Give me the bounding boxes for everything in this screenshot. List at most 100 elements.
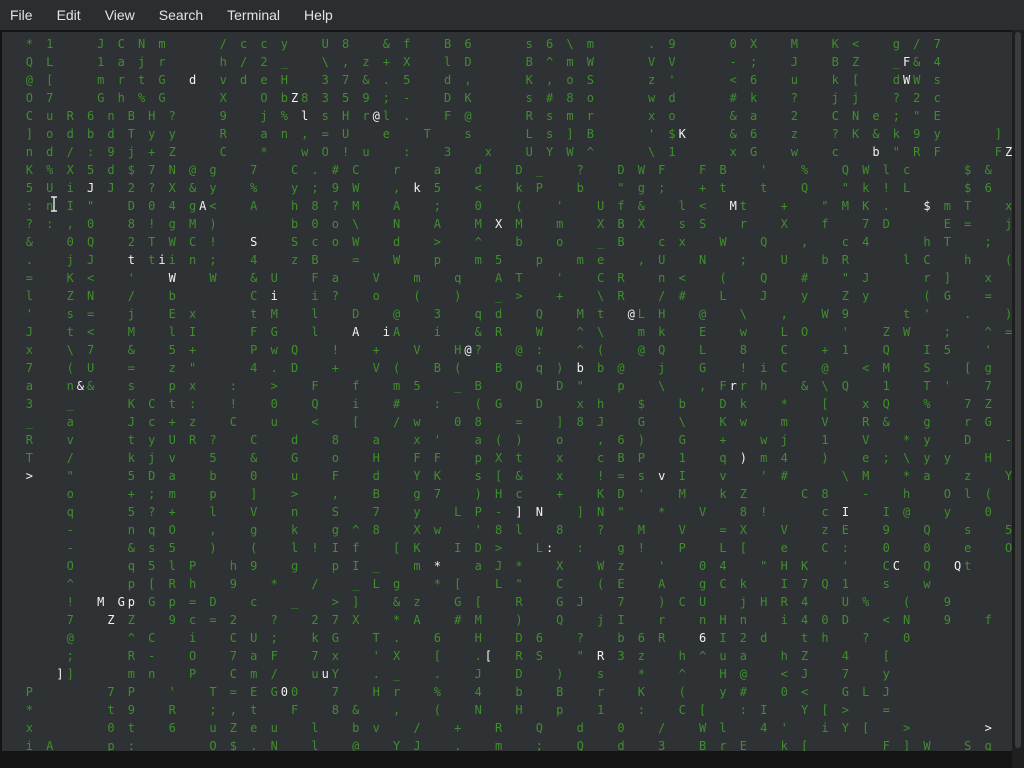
- terminal-glyph: Q: [535, 721, 543, 735]
- terminal-glyph: z: [790, 127, 798, 141]
- terminal-glyph: 0: [984, 505, 992, 519]
- terminal-glyph: B: [433, 361, 441, 375]
- terminal-glyph: s: [464, 127, 472, 141]
- terminal-glyph: =: [617, 469, 625, 483]
- terminal-glyph-head: b: [871, 143, 881, 161]
- terminal-glyph: 5: [1004, 523, 1012, 537]
- terminal-glyph: 1: [678, 451, 686, 465]
- terminal-glyph: V: [647, 55, 656, 69]
- terminal-glyph: 7: [341, 73, 350, 87]
- terminal-glyph: 7: [331, 685, 339, 699]
- terminal-glyph: ": [913, 109, 921, 123]
- terminal-glyph: k: [719, 487, 727, 501]
- terminal-glyph: M: [678, 487, 686, 501]
- terminal-glyph: Q: [86, 235, 95, 249]
- terminal-glyph: l: [443, 55, 452, 69]
- terminal-glyph: ): [1004, 307, 1012, 321]
- terminal-glyph: m: [576, 253, 584, 267]
- terminal-glyph: 8: [576, 415, 584, 429]
- terminal-glyph: O: [800, 325, 809, 339]
- terminal-glyph: ": [188, 361, 197, 375]
- terminal-glyph: ?: [270, 613, 278, 627]
- terminal-output[interactable]: *1JCNm/ccyU8&fB6s6\m.90XMK<g/7XF&Wl:ihTQ…: [2, 32, 1012, 751]
- terminal-glyph: &: [188, 181, 197, 195]
- terminal-glyph: G: [158, 73, 166, 87]
- terminal-glyph: J: [97, 37, 105, 51]
- terminal-glyph-head: ): [738, 449, 749, 467]
- terminal-glyph: R: [525, 109, 533, 123]
- terminal-glyph: ?: [331, 289, 339, 303]
- scrollbar[interactable]: [1012, 30, 1024, 768]
- terminal-glyph: t: [739, 199, 747, 213]
- terminal-glyph: C: [780, 343, 788, 357]
- terminal-glyph: U: [780, 253, 788, 267]
- terminal-glyph: &: [250, 271, 258, 285]
- terminal-glyph: [: [454, 577, 462, 591]
- menu-help[interactable]: Help: [304, 7, 333, 23]
- terminal-glyph: o: [331, 235, 339, 249]
- terminal-glyph: G: [984, 415, 992, 429]
- terminal-glyph: :: [576, 541, 584, 555]
- menu-search[interactable]: Search: [159, 7, 203, 23]
- terminal-glyph: y: [923, 451, 931, 465]
- terminal-glyph: 3: [321, 73, 329, 87]
- terminal-glyph: h: [923, 235, 931, 249]
- terminal-glyph: I: [352, 559, 360, 573]
- terminal-glyph: F: [658, 163, 666, 177]
- terminal-glyph: 1: [841, 577, 849, 591]
- terminal-glyph: z: [647, 73, 656, 87]
- terminal-glyph: 6: [545, 37, 554, 51]
- terminal-glyph: :: [535, 343, 543, 357]
- terminal-glyph: 8: [311, 199, 319, 213]
- terminal-glyph: L: [454, 505, 462, 519]
- terminal-glyph: (: [474, 397, 482, 411]
- terminal-glyph: ': [474, 523, 482, 537]
- terminal-glyph: 2: [127, 181, 135, 195]
- terminal-glyph: m: [494, 739, 503, 751]
- terminal-glyph: ?: [474, 343, 482, 357]
- menu-terminal[interactable]: Terminal: [227, 7, 280, 23]
- terminal-glyph: &: [729, 127, 737, 141]
- terminal-glyph: G: [454, 595, 462, 609]
- terminal-glyph: x: [484, 145, 492, 159]
- terminal-glyph: =: [229, 685, 237, 699]
- menu-view[interactable]: View: [105, 7, 135, 23]
- terminal-glyph: &: [800, 379, 809, 393]
- terminal-glyph: /: [311, 577, 319, 591]
- terminal-glyph: C: [117, 37, 125, 51]
- terminal-glyph: +: [331, 361, 339, 375]
- terminal-glyph: $: [229, 739, 237, 751]
- terminal-glyph: P: [127, 685, 135, 699]
- terminal-glyph: s: [321, 109, 329, 123]
- terminal-glyph: r: [362, 109, 370, 123]
- terminal-glyph: s: [525, 91, 533, 105]
- terminal-glyph: Y: [545, 145, 554, 159]
- terminal-glyph: J: [790, 55, 798, 69]
- terminal-glyph: S: [331, 505, 339, 519]
- terminal-glyph: I: [617, 613, 625, 627]
- terminal-glyph: Q: [658, 343, 666, 357]
- terminal-glyph: D: [127, 199, 135, 213]
- terminal-glyph: (: [596, 577, 605, 591]
- terminal-glyph-head: v: [656, 467, 667, 485]
- terminal-glyph: y: [290, 181, 299, 195]
- menu-edit[interactable]: Edit: [57, 7, 81, 23]
- terminal-glyph: k: [739, 577, 747, 591]
- terminal-glyph: C: [219, 145, 227, 159]
- terminal-glyph: ]: [994, 127, 1002, 141]
- terminal-glyph: N: [474, 703, 482, 717]
- terminal-glyph: G: [943, 289, 951, 303]
- terminal-glyph: [: [821, 703, 829, 717]
- terminal-glyph: .: [392, 631, 401, 645]
- terminal-glyph: C: [821, 541, 829, 555]
- terminal-glyph: H: [760, 595, 768, 609]
- terminal-glyph: ;: [739, 253, 747, 267]
- terminal-glyph: j: [596, 613, 605, 627]
- terminal-glyph: h: [964, 253, 972, 267]
- terminal-glyph: d: [290, 433, 299, 447]
- scrollbar-thumb[interactable]: [1015, 32, 1021, 748]
- terminal-glyph: R: [66, 109, 74, 123]
- terminal-glyph: -: [494, 505, 503, 519]
- terminal-glyph: @: [698, 307, 707, 321]
- menu-file[interactable]: File: [10, 7, 33, 23]
